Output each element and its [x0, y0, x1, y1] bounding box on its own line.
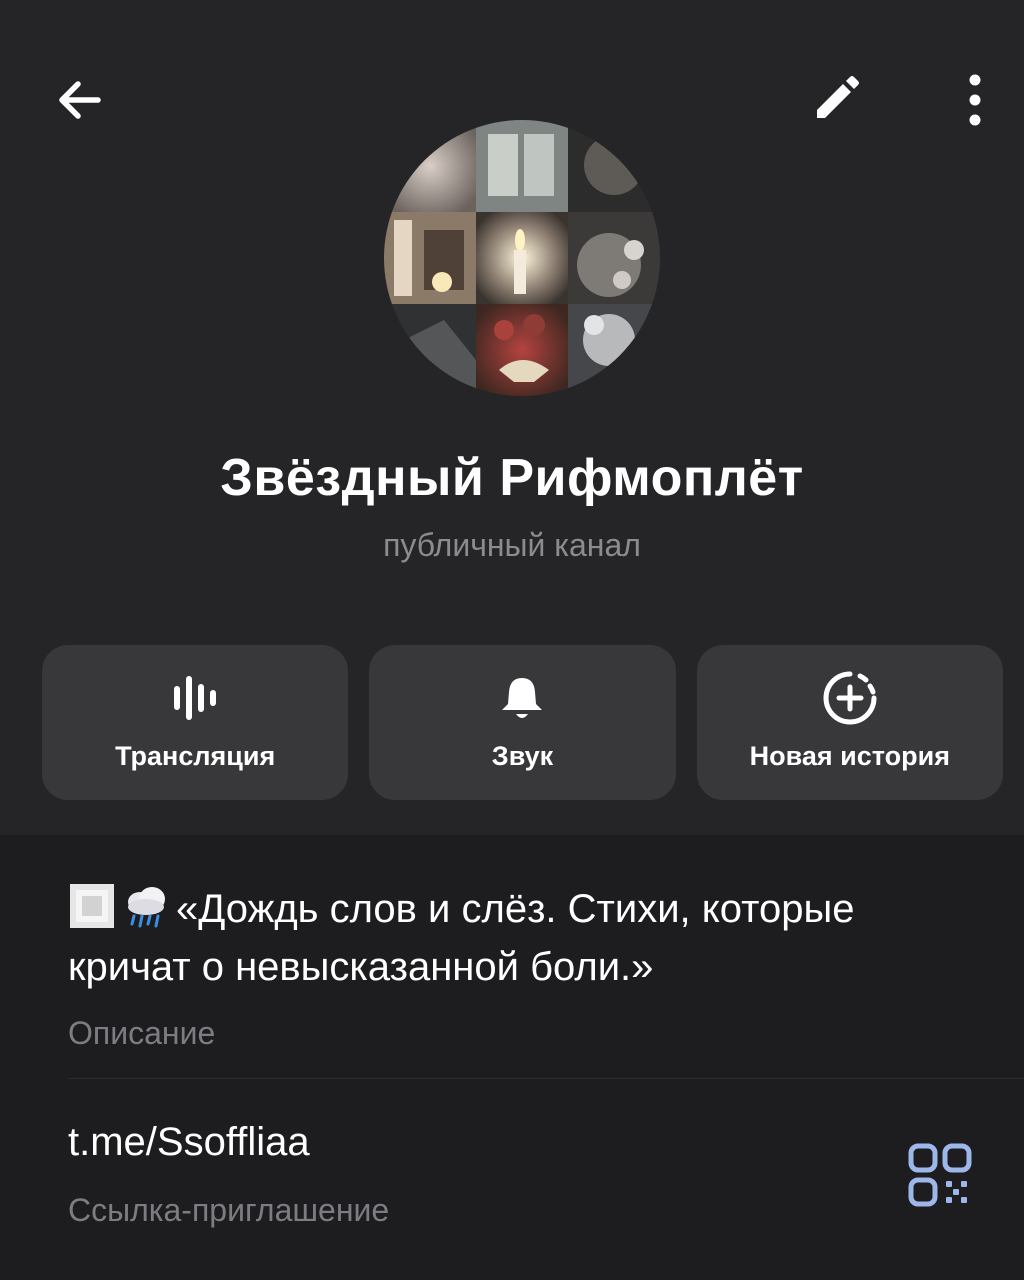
divider [68, 1078, 1024, 1079]
white-square-emoji-icon [70, 884, 114, 928]
channel-avatar[interactable] [384, 120, 660, 396]
sound-button[interactable]: Звук [369, 645, 676, 800]
avatar-collage-image [384, 120, 660, 396]
invite-link-caption: Ссылка-приглашение [68, 1192, 390, 1228]
channel-type-label: публичный канал [383, 527, 641, 563]
qr-code-button[interactable] [905, 1140, 975, 1210]
description-text: «Дождь слов и слёз. Стихи, которые крича… [68, 887, 855, 989]
live-stream-label: Трансляция [115, 741, 276, 771]
edit-button[interactable] [795, 60, 875, 140]
sound-label: Звук [491, 741, 554, 771]
action-buttons-row: Трансляция Звук Новая история [42, 645, 1003, 800]
channel-profile-screen: Звёздный Рифмоплёт публичный канал Транс… [0, 0, 1024, 1280]
new-story-button[interactable]: Новая история [696, 645, 1003, 800]
back-button[interactable] [40, 60, 120, 140]
new-story-label: Новая история [749, 741, 950, 771]
add-story-icon [820, 669, 880, 727]
voice-chat-icon [165, 669, 225, 727]
qr-code-icon [908, 1143, 972, 1207]
rain-cloud-emoji-icon [128, 887, 165, 928]
channel-description[interactable]: «Дождь слов и слёз. Стихи, которые крича… [68, 880, 968, 996]
pencil-icon [817, 76, 859, 118]
more-options-button[interactable] [935, 60, 1015, 140]
bell-icon [496, 669, 548, 727]
description-caption: Описание [68, 1015, 216, 1051]
live-stream-button[interactable]: Трансляция [42, 645, 349, 800]
dots-vertical-icon [969, 74, 981, 126]
channel-title: Звёздный Рифмоплёт [220, 449, 804, 507]
arrow-left-icon [59, 81, 101, 119]
invite-link[interactable]: t.me/Ssoffliaa [68, 1120, 310, 1165]
